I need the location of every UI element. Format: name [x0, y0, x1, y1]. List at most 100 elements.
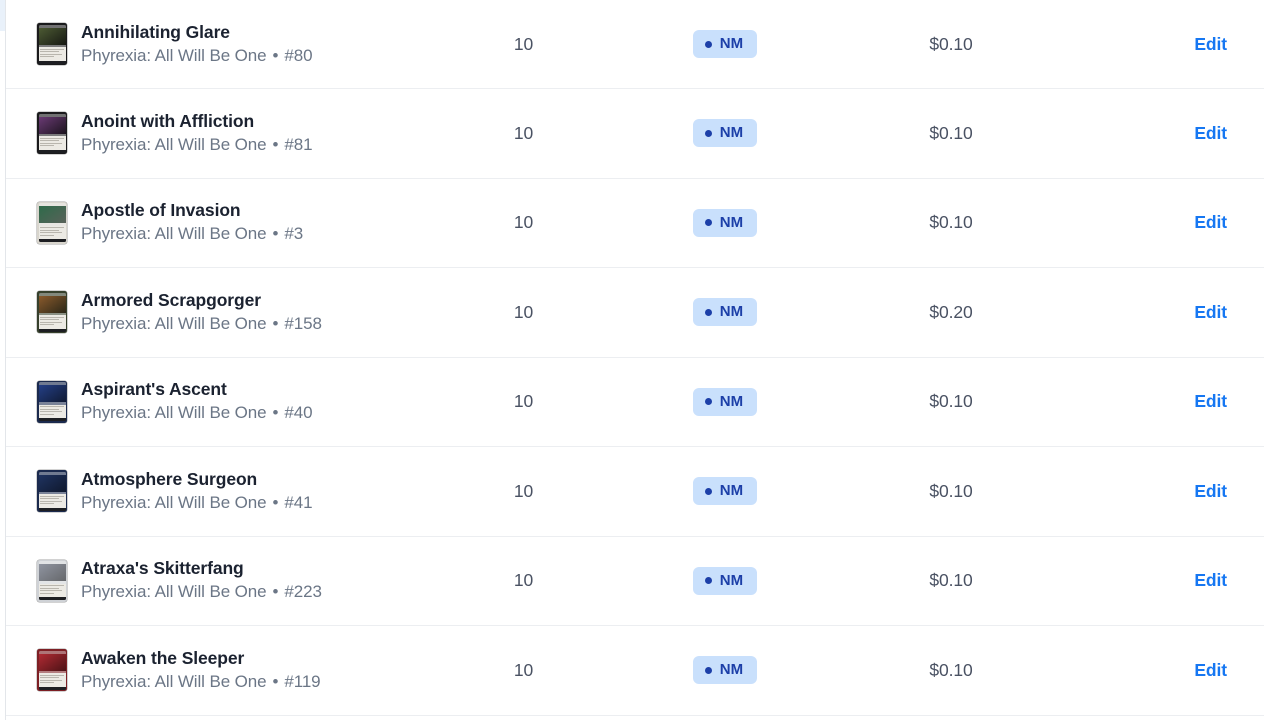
- card-thumbnail-footer: [38, 60, 66, 64]
- card-set-name: Phyrexia: All Will Be One: [81, 492, 267, 512]
- quantity-cell: 10: [513, 33, 534, 54]
- action-cell: Edit: [1063, 660, 1264, 681]
- card-cell: Armored Scrapgorger Phyrexia: All Will Be…: [6, 289, 436, 336]
- card-collector-number: #3: [284, 224, 304, 244]
- table-row[interactable]: Anoint with Affliction Phyrexia: All Will…: [6, 89, 1264, 179]
- edit-link[interactable]: Edit: [1194, 570, 1227, 590]
- status-dot-icon: [704, 487, 712, 495]
- card-thumbnail-footer: [38, 418, 66, 422]
- card-thumbnail-textbox: [38, 404, 66, 419]
- price-cell: $0.10: [929, 480, 973, 501]
- card-cell: Atmosphere Surgeon Phyrexia: All Will Be …: [6, 468, 436, 515]
- card-set-and-number: Phyrexia: All Will Be One • #223: [81, 580, 322, 604]
- card-cell: Aspirant's Ascent Phyrexia: All Will Be O…: [6, 378, 436, 425]
- card-thumbnail-art: [38, 474, 66, 492]
- action-cell: Edit: [1063, 302, 1264, 323]
- action-cell: Edit: [1063, 34, 1264, 55]
- card-subtitle-separator: •: [272, 224, 279, 244]
- price-cell: $0.10: [929, 570, 973, 591]
- condition-cell: NM: [611, 656, 839, 685]
- card-thumbnail[interactable]: [37, 112, 67, 155]
- condition-badge-label: NM: [719, 571, 744, 589]
- status-dot-icon: [704, 219, 712, 227]
- card-thumbnail[interactable]: [37, 559, 67, 602]
- card-thumbnail-inner: [38, 382, 66, 422]
- card-cell: Awaken the Sleeper Phyrexia: All Will Be …: [6, 647, 436, 694]
- price-cell: $0.10: [929, 212, 973, 233]
- card-cell: Atraxa's Skitterfang Phyrexia: All Will B…: [6, 557, 436, 604]
- left-container-border: [5, 0, 6, 720]
- card-thumbnail-footer: [38, 507, 66, 511]
- card-collector-number: #81: [284, 134, 313, 154]
- card-thumbnail-textbox: [38, 673, 66, 687]
- card-subtitle-separator: •: [272, 671, 279, 691]
- edit-link[interactable]: Edit: [1194, 481, 1227, 501]
- card-set-and-number: Phyrexia: All Will Be One • #41: [81, 491, 313, 515]
- card-thumbnail[interactable]: [37, 380, 67, 423]
- card-thumbnail[interactable]: [37, 201, 67, 244]
- card-thumbnail-inner: [38, 471, 66, 511]
- card-subtitle-separator: •: [272, 403, 279, 423]
- table-row[interactable]: Atmosphere Surgeon Phyrexia: All Will Be …: [6, 447, 1264, 537]
- card-thumbnail-textbox: [38, 136, 66, 150]
- edit-link[interactable]: Edit: [1194, 302, 1227, 322]
- card-thumbnail[interactable]: [37, 649, 67, 692]
- card-thumbnail-art: [38, 116, 66, 134]
- card-thumbnail-textbox: [38, 47, 66, 61]
- card-name: Aspirant's Ascent: [81, 379, 227, 400]
- table-row[interactable]: Apostle of Invasion Phyrexia: All Will Be…: [6, 178, 1264, 268]
- quantity-cell: 10: [513, 391, 534, 412]
- card-thumbnail-inner: [38, 650, 66, 690]
- card-thumbnail-art: [38, 653, 66, 671]
- table-row[interactable]: Aspirant's Ascent Phyrexia: All Will Be O…: [6, 357, 1264, 447]
- card-thumbnail[interactable]: [37, 470, 67, 513]
- card-text-block: Apostle of Invasion Phyrexia: All Will Be…: [81, 199, 303, 246]
- card-name: Apostle of Invasion: [81, 200, 241, 221]
- condition-badge: NM: [692, 119, 758, 148]
- card-thumbnail-inner: [38, 292, 66, 332]
- edit-link[interactable]: Edit: [1194, 34, 1227, 54]
- price-cell: $0.20: [929, 301, 973, 322]
- status-dot-icon: [704, 40, 712, 48]
- condition-cell: NM: [611, 208, 839, 237]
- card-thumbnail-art: [38, 385, 66, 403]
- card-thumbnail[interactable]: [37, 291, 67, 334]
- quantity-cell: 10: [513, 659, 534, 680]
- edit-link[interactable]: Edit: [1194, 391, 1227, 411]
- card-inventory-page: Annihilating Glare Phyrexia: All Will Be …: [0, 0, 1280, 720]
- card-collector-number: #223: [284, 582, 322, 602]
- card-collector-number: #158: [284, 313, 322, 333]
- table-row[interactable]: Annihilating Glare Phyrexia: All Will Be …: [6, 0, 1264, 89]
- card-set-name: Phyrexia: All Will Be One: [81, 582, 267, 602]
- card-thumbnail-textbox: [38, 583, 66, 598]
- card-text-block: Awaken the Sleeper Phyrexia: All Will Be …: [81, 647, 321, 694]
- card-text-block: Atraxa's Skitterfang Phyrexia: All Will B…: [81, 557, 322, 604]
- condition-badge: NM: [692, 656, 758, 685]
- card-thumbnail-inner: [38, 113, 66, 153]
- action-cell: Edit: [1063, 212, 1264, 233]
- quantity-cell: 10: [513, 570, 534, 591]
- card-thumbnail-footer: [38, 328, 66, 332]
- edit-link[interactable]: Edit: [1194, 123, 1227, 143]
- status-dot-icon: [704, 577, 712, 585]
- card-name: Atmosphere Surgeon: [81, 468, 258, 489]
- table-row[interactable]: Armored Scrapgorger Phyrexia: All Will Be…: [6, 268, 1264, 358]
- card-thumbnail[interactable]: [37, 23, 67, 65]
- action-cell: Edit: [1063, 481, 1264, 502]
- card-set-name: Phyrexia: All Will Be One: [81, 224, 267, 244]
- card-text-block: Annihilating Glare Phyrexia: All Will Be …: [81, 21, 313, 68]
- action-cell: Edit: [1063, 391, 1264, 412]
- table-row[interactable]: Atraxa's Skitterfang Phyrexia: All Will B…: [6, 536, 1264, 626]
- card-thumbnail-footer: [38, 239, 66, 243]
- card-set-name: Phyrexia: All Will Be One: [81, 313, 267, 333]
- card-thumbnail-art: [38, 206, 66, 224]
- card-collector-number: #40: [284, 403, 313, 423]
- card-name: Atraxa's Skitterfang: [81, 558, 244, 579]
- table-row[interactable]: Awaken the Sleeper Phyrexia: All Will Be …: [6, 626, 1264, 716]
- card-name: Annihilating Glare: [81, 21, 230, 42]
- price-cell: $0.10: [929, 391, 973, 412]
- edit-link[interactable]: Edit: [1194, 660, 1227, 680]
- condition-badge-label: NM: [719, 35, 744, 52]
- quantity-cell: 10: [513, 301, 534, 322]
- edit-link[interactable]: Edit: [1194, 212, 1227, 232]
